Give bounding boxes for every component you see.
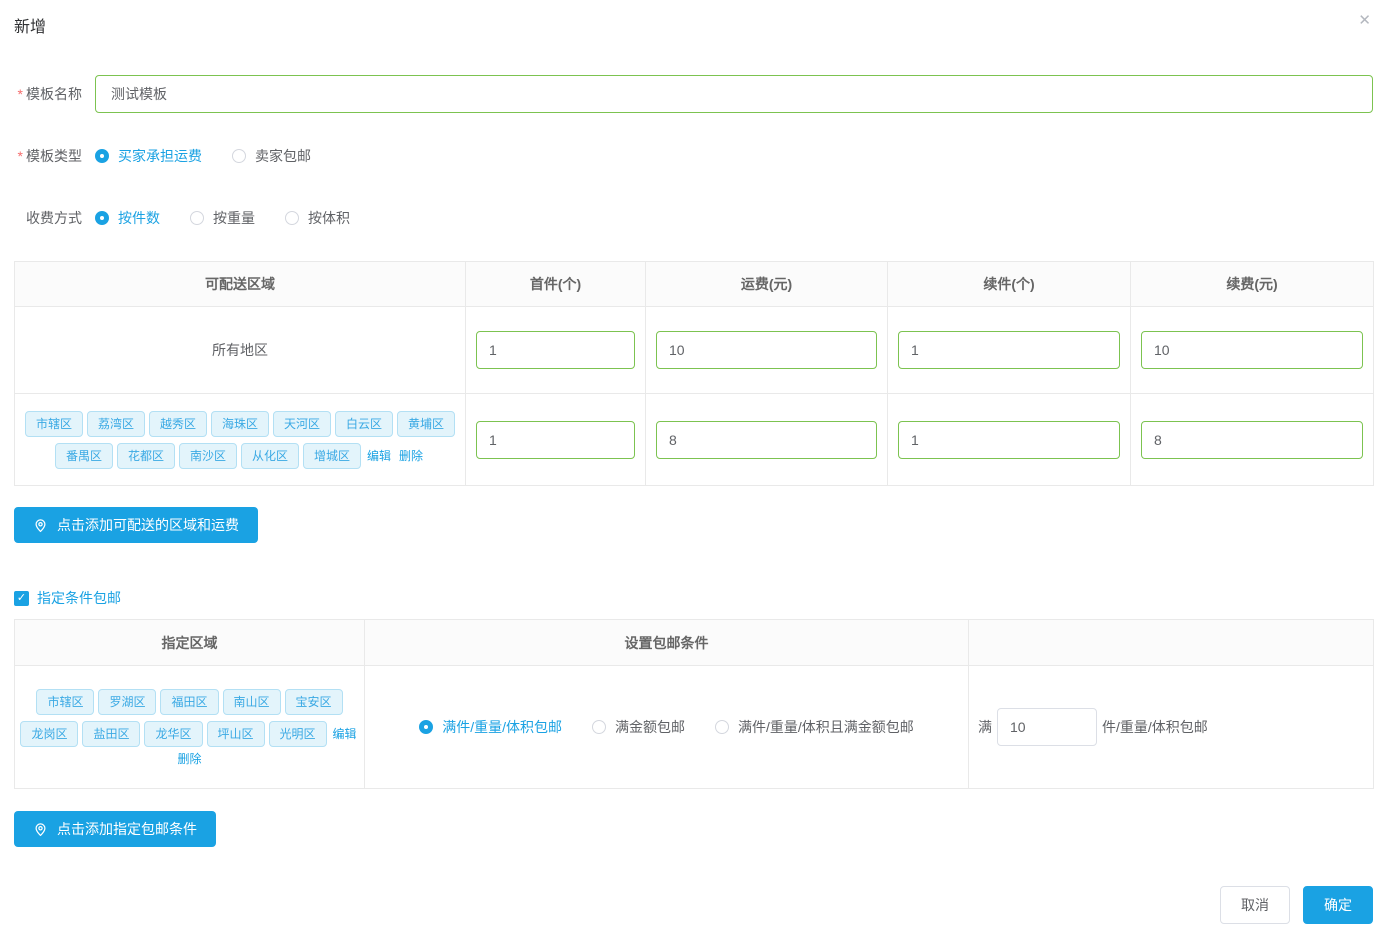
col-header-set-condition: 设置包邮条件 <box>365 620 969 666</box>
ship-fee-input-all[interactable] <box>656 331 877 369</box>
radio-unchecked-icon <box>190 211 204 225</box>
add-free-shipping-condition-button[interactable]: 点击添加指定包邮条件 <box>14 811 216 847</box>
region-tag: 南山区 <box>223 689 281 715</box>
dialog-title: 新增 <box>14 13 46 37</box>
charge-method-radio-group: 按件数 按重量 按体积 <box>95 208 350 228</box>
condition-options-cell: 满件/重量/体积包邮 满金额包邮 满件/重量/体积且满金额包邮 <box>365 666 969 789</box>
radio-by-piece[interactable]: 按件数 <box>95 208 160 228</box>
close-icon[interactable]: ✕ <box>1358 13 1371 29</box>
radio-free-by-qty-weight-volume[interactable]: 满件/重量/体积包邮 <box>419 717 562 737</box>
threshold-prefix: 满 <box>978 717 992 737</box>
delete-regions-link[interactable]: 删除 <box>399 450 423 462</box>
charge-method-row: 收费方式 按件数 按重量 按体积 <box>14 208 1373 228</box>
region-tag: 宝安区 <box>285 689 343 715</box>
radio-checked-icon <box>95 149 109 163</box>
col-header-first-qty: 首件(个) <box>466 262 646 307</box>
table-row-custom-regions: 市辖区荔湾区越秀区海珠区天河区白云区黄埔区番禺区花都区南沙区从化区增城区编辑删除 <box>15 394 1374 486</box>
conditional-free-shipping-checkbox-row[interactable]: ✓ 指定条件包邮 <box>14 588 1373 608</box>
region-tag: 龙岗区 <box>20 721 78 747</box>
conditional-free-shipping-label: 指定条件包邮 <box>37 588 121 608</box>
radio-buyer-pays-shipping[interactable]: 买家承担运费 <box>95 146 202 166</box>
region-tag: 南沙区 <box>179 443 237 469</box>
first-qty-input-custom[interactable] <box>476 421 635 459</box>
radio-checked-icon <box>419 720 433 734</box>
shipping-table-header-row: 可配送区域 首件(个) 运费(元) 续件(个) 续费(元) <box>15 262 1374 307</box>
region-cell-all: 所有地区 <box>15 307 466 394</box>
cancel-button[interactable]: 取消 <box>1220 886 1290 924</box>
col-header-empty <box>969 620 1374 666</box>
template-name-input[interactable] <box>95 75 1373 113</box>
threshold-cell: 满 件/重量/体积包邮 <box>969 666 1374 789</box>
next-fee-input-custom[interactable] <box>1141 421 1363 459</box>
region-tag: 从化区 <box>241 443 299 469</box>
location-pin-icon <box>33 518 48 533</box>
region-tag: 番禺区 <box>55 443 113 469</box>
region-tag: 盐田区 <box>82 721 140 747</box>
radio-by-weight[interactable]: 按重量 <box>190 208 255 228</box>
radio-checked-icon <box>95 211 109 225</box>
dialog-footer: 取消 确定 <box>1220 886 1373 924</box>
region-tag: 坪山区 <box>207 721 265 747</box>
next-qty-input-custom[interactable] <box>898 421 1120 459</box>
shipping-fee-table: 可配送区域 首件(个) 运费(元) 续件(个) 续费(元) 所有地区 市辖区荔湾… <box>14 261 1374 486</box>
dialog-header: 新增 ✕ <box>14 13 1373 35</box>
template-name-row: *模板名称 <box>14 75 1373 113</box>
add-region-fee-button[interactable]: 点击添加可配送的区域和运费 <box>14 507 258 543</box>
first-qty-input-all[interactable] <box>476 331 635 369</box>
template-type-radio-group: 买家承担运费 卖家包邮 <box>95 146 311 166</box>
required-asterisk: * <box>18 148 23 164</box>
radio-unchecked-icon <box>285 211 299 225</box>
region-tag: 罗湖区 <box>98 689 156 715</box>
confirm-button[interactable]: 确定 <box>1303 886 1373 924</box>
region-tag: 荔湾区 <box>87 411 145 437</box>
edit-regions-link[interactable]: 编辑 <box>367 450 391 462</box>
radio-unchecked-icon <box>232 149 246 163</box>
location-pin-icon <box>33 822 48 837</box>
edit-condition-regions-link[interactable]: 编辑 <box>333 728 357 740</box>
col-header-designated-region: 指定区域 <box>15 620 365 666</box>
threshold-suffix: 件/重量/体积包邮 <box>1102 717 1208 737</box>
template-name-label: *模板名称 <box>14 84 82 104</box>
region-tag: 市辖区 <box>25 411 83 437</box>
next-fee-input-all[interactable] <box>1141 331 1363 369</box>
radio-unchecked-icon <box>715 720 729 734</box>
free-shipping-condition-table: 指定区域 设置包邮条件 市辖区罗湖区福田区南山区宝安区龙岗区盐田区龙华区坪山区光… <box>14 619 1374 789</box>
region-tag: 龙华区 <box>144 721 202 747</box>
required-asterisk: * <box>18 86 23 102</box>
region-cell-custom: 市辖区荔湾区越秀区海珠区天河区白云区黄埔区番禺区花都区南沙区从化区增城区编辑删除 <box>15 394 466 486</box>
region-tag: 光明区 <box>269 721 327 747</box>
template-type-label: *模板类型 <box>14 146 82 166</box>
condition-table-header-row: 指定区域 设置包邮条件 <box>15 620 1374 666</box>
col-header-next-fee: 续费(元) <box>1131 262 1374 307</box>
region-tag: 海珠区 <box>211 411 269 437</box>
ship-fee-input-custom[interactable] <box>656 421 877 459</box>
radio-free-by-qty-and-amount[interactable]: 满件/重量/体积且满金额包邮 <box>715 717 914 737</box>
condition-table-row: 市辖区罗湖区福田区南山区宝安区龙岗区盐田区龙华区坪山区光明区编辑删除 满件/重量… <box>15 666 1374 789</box>
region-tag: 越秀区 <box>149 411 207 437</box>
region-tag: 白云区 <box>335 411 393 437</box>
template-type-row: *模板类型 买家承担运费 卖家包邮 <box>14 146 1373 166</box>
threshold-value-input[interactable] <box>997 708 1097 746</box>
region-tag: 市辖区 <box>36 689 94 715</box>
table-row-all-regions: 所有地区 <box>15 307 1374 394</box>
col-header-deliverable-region: 可配送区域 <box>15 262 466 307</box>
radio-unchecked-icon <box>592 720 606 734</box>
designated-region-cell: 市辖区罗湖区福田区南山区宝安区龙岗区盐田区龙华区坪山区光明区编辑删除 <box>15 666 365 789</box>
radio-by-volume[interactable]: 按体积 <box>285 208 350 228</box>
col-header-next-qty: 续件(个) <box>888 262 1131 307</box>
col-header-ship-fee: 运费(元) <box>646 262 888 307</box>
checkbox-checked-icon[interactable]: ✓ <box>14 591 29 606</box>
region-tag: 天河区 <box>273 411 331 437</box>
delete-condition-regions-link[interactable]: 删除 <box>177 753 201 765</box>
radio-free-by-amount[interactable]: 满金额包邮 <box>592 717 685 737</box>
charge-method-label: 收费方式 <box>14 208 82 228</box>
radio-seller-free-shipping[interactable]: 卖家包邮 <box>232 146 311 166</box>
region-tag: 福田区 <box>160 689 218 715</box>
region-tag: 增城区 <box>303 443 361 469</box>
region-tag: 花都区 <box>117 443 175 469</box>
next-qty-input-all[interactable] <box>898 331 1120 369</box>
add-shipping-template-dialog: 新增 ✕ *模板名称 *模板类型 买家承担运费 卖家包邮 收费方式 按件数 <box>0 0 1387 931</box>
region-tag: 黄埔区 <box>397 411 455 437</box>
